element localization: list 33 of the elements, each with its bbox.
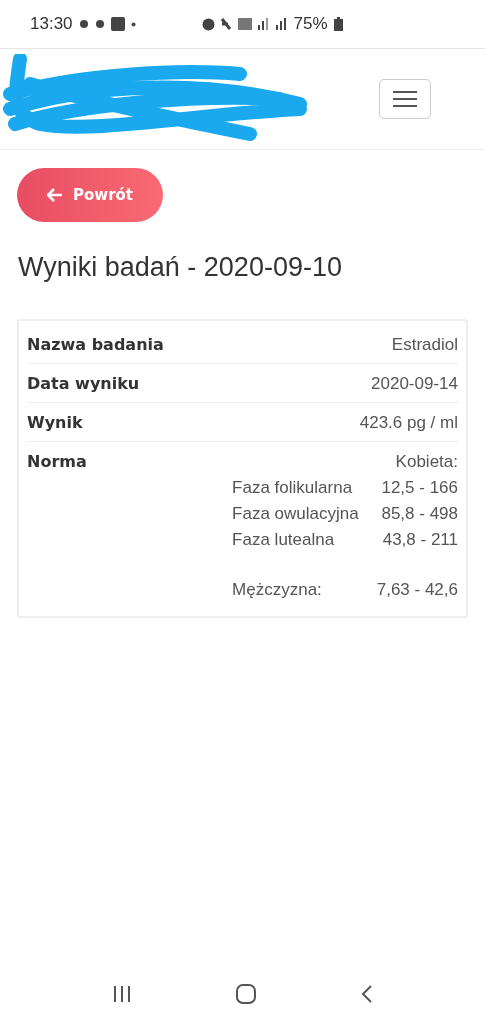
back-button[interactable]: Powrót xyxy=(17,168,163,222)
dot-icon xyxy=(130,21,136,27)
field-label: Wynik xyxy=(27,413,83,432)
home-icon[interactable] xyxy=(234,983,257,1005)
back-icon[interactable] xyxy=(359,984,374,1004)
phase-label: Faza lutealna xyxy=(232,530,335,550)
notification-icon xyxy=(94,19,105,29)
notification-icon xyxy=(78,19,89,29)
battery-icon xyxy=(333,17,343,31)
signal-icon xyxy=(257,18,270,30)
field-value: 2020-09-14 xyxy=(371,374,458,394)
norm-range: 7,63 - 42,6 xyxy=(376,580,458,600)
field-label: Nazwa badania xyxy=(27,335,164,354)
page-title: Wyniki badań - 2020-09-10 xyxy=(18,252,343,283)
field-value: Estradiol xyxy=(391,335,458,355)
menu-icon xyxy=(392,90,418,108)
norm-range: 85,8 - 498 xyxy=(381,504,458,524)
phase-label: Faza folikularna xyxy=(232,478,353,498)
field-value: 423.6 pg / ml xyxy=(359,413,458,433)
recent-apps-icon[interactable] xyxy=(111,985,132,1003)
norm-range: 43,8 - 211 xyxy=(382,530,458,550)
menu-button[interactable] xyxy=(379,79,431,119)
field-label: Data wyniku xyxy=(27,374,140,393)
field-label: Norma xyxy=(27,452,87,471)
phase-label: Faza owulacyjna xyxy=(232,504,359,524)
norm-group-label: Kobieta: xyxy=(395,452,458,472)
signal-icon xyxy=(275,18,288,30)
battery-percent: 75% xyxy=(293,14,328,34)
arrow-left-icon xyxy=(47,188,63,202)
alarm-icon xyxy=(201,17,215,31)
status-time: 13:30 xyxy=(30,14,73,34)
norm-group-label: Mężczyzna: xyxy=(232,580,322,600)
norm-range: 12,5 - 166 xyxy=(381,478,458,498)
